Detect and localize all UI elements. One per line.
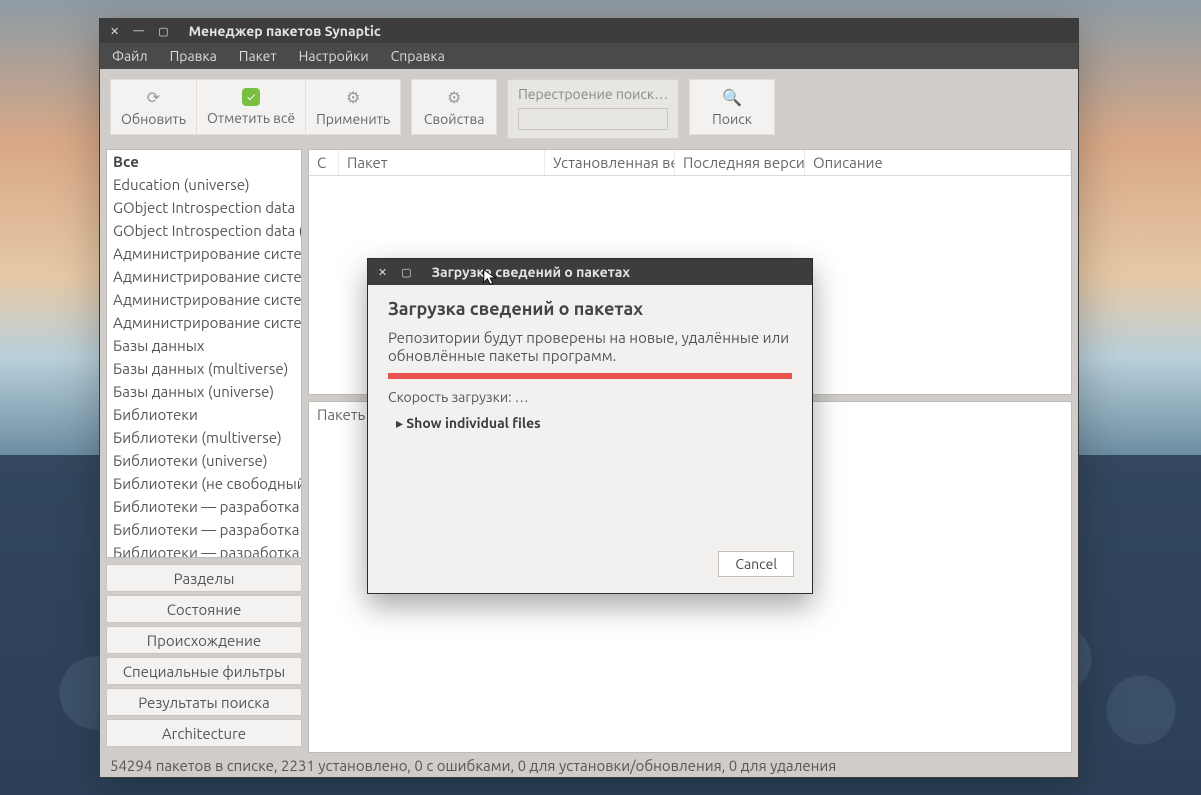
reload-label: Обновить <box>121 111 186 127</box>
col-status[interactable]: С <box>309 150 339 175</box>
apply-label: Применить <box>316 111 390 127</box>
category-item[interactable]: Администрирование систем <box>107 242 301 265</box>
category-item[interactable]: Библиотеки (не свободный <box>107 472 301 495</box>
col-description[interactable]: Описание <box>805 150 1071 175</box>
menu-help[interactable]: Справка <box>391 48 445 64</box>
filter-custom[interactable]: Специальные фильтры <box>106 657 302 685</box>
col-installed[interactable]: Установленная ве <box>545 150 675 175</box>
search-rebuild-field[interactable] <box>518 108 668 130</box>
reload-button[interactable]: ⟳ Обновить <box>110 79 196 135</box>
category-item[interactable]: Библиотеки (multiverse) <box>107 426 301 449</box>
category-item[interactable]: Библиотеки <box>107 403 301 426</box>
panel-label: Пакеть <box>317 406 365 423</box>
status-bar: 54294 пакетов в списке, 2231 установлено… <box>100 753 1078 777</box>
menu-file[interactable]: Файл <box>112 48 148 64</box>
menu-settings[interactable]: Настройки <box>299 48 369 64</box>
category-item[interactable]: Администрирование систем <box>107 311 301 334</box>
dialog-title: Загрузка сведений о пакетах <box>432 264 630 280</box>
category-item[interactable]: Education (universe) <box>107 173 301 196</box>
category-item[interactable]: Все <box>107 150 301 173</box>
maximize-icon[interactable]: ▢ <box>158 25 168 38</box>
category-item[interactable]: GObject Introspection data ( <box>107 219 301 242</box>
search-rebuild-label: Перестроение поиск… <box>518 86 668 102</box>
apply-icon: ⚙ <box>346 88 360 107</box>
status-text: 54294 пакетов в списке, 2231 установлено… <box>110 757 836 774</box>
category-item[interactable]: Библиотеки (universe) <box>107 449 301 472</box>
category-item[interactable]: Базы данных <box>107 334 301 357</box>
close-icon[interactable]: ✕ <box>110 25 119 38</box>
dialog-heading: Загрузка сведений о пакетах <box>388 299 792 319</box>
apply-button[interactable]: ⚙ Применить <box>305 79 401 135</box>
properties-label: Свойства <box>424 111 485 127</box>
category-item[interactable]: Библиотеки — разработка <box>107 495 301 518</box>
expand-files-toggle[interactable]: Show individual files <box>388 415 792 432</box>
category-item[interactable]: Базы данных (universe) <box>107 380 301 403</box>
left-pane: Все Education (universe) GObject Introsp… <box>106 149 302 753</box>
category-list[interactable]: Все Education (universe) GObject Introsp… <box>106 149 302 558</box>
search-icon: 🔍 <box>722 88 742 107</box>
window-title: Менеджер пакетов Synaptic <box>189 23 381 39</box>
dialog-maximize-icon[interactable]: ▢ <box>401 266 411 279</box>
search-rebuild-area: Перестроение поиск… <box>507 79 679 139</box>
menu-package[interactable]: Пакет <box>239 48 277 64</box>
properties-icon: ⚙ <box>447 88 461 107</box>
filter-search-results[interactable]: Результаты поиска <box>106 688 302 716</box>
category-item[interactable]: Администрирование систем <box>107 288 301 311</box>
search-label: Поиск <box>712 111 752 127</box>
category-item[interactable]: GObject Introspection data <box>107 196 301 219</box>
download-dialog: ✕ ▢ Загрузка сведений о пакетах Загрузка… <box>367 258 813 594</box>
menubar: Файл Правка Пакет Настройки Справка <box>100 43 1078 69</box>
cancel-button[interactable]: Cancel <box>718 551 794 577</box>
table-header-row: С Пакет Установленная ве Последняя верси… <box>309 150 1071 176</box>
toolbar: ⟳ Обновить ✓ Отметить всё ⚙ Применить ⚙ … <box>100 69 1078 149</box>
reload-icon: ⟳ <box>147 88 160 107</box>
filter-status[interactable]: Состояние <box>106 595 302 623</box>
properties-button[interactable]: ⚙ Свойства <box>411 79 497 135</box>
dialog-close-icon[interactable]: ✕ <box>378 266 387 279</box>
filter-architecture[interactable]: Architecture <box>106 719 302 747</box>
category-item[interactable]: Администрирование систем <box>107 265 301 288</box>
mark-all-icon: ✓ <box>242 88 260 106</box>
category-item[interactable]: Библиотеки — разработка ( <box>107 541 301 558</box>
download-speed: Скорость загрузки: … <box>388 389 792 405</box>
col-package[interactable]: Пакет <box>339 150 545 175</box>
progress-bar <box>388 373 792 379</box>
dialog-titlebar[interactable]: ✕ ▢ Загрузка сведений о пакетах <box>368 259 812 285</box>
minimize-icon[interactable]: — <box>133 25 144 37</box>
category-item[interactable]: Базы данных (multiverse) <box>107 357 301 380</box>
search-button[interactable]: 🔍 Поиск <box>689 79 775 135</box>
dialog-message: Репозитории будут проверены на новые, уд… <box>388 329 792 365</box>
col-latest[interactable]: Последняя верси <box>675 150 805 175</box>
titlebar[interactable]: ✕ — ▢ Менеджер пакетов Synaptic <box>100 19 1078 43</box>
filter-sections[interactable]: Разделы <box>106 564 302 592</box>
filter-origin[interactable]: Происхождение <box>106 626 302 654</box>
mark-all-button[interactable]: ✓ Отметить всё <box>196 79 305 135</box>
mark-all-label: Отметить всё <box>207 110 295 126</box>
category-item[interactable]: Библиотеки — разработка ( <box>107 518 301 541</box>
menu-edit[interactable]: Правка <box>170 48 217 64</box>
